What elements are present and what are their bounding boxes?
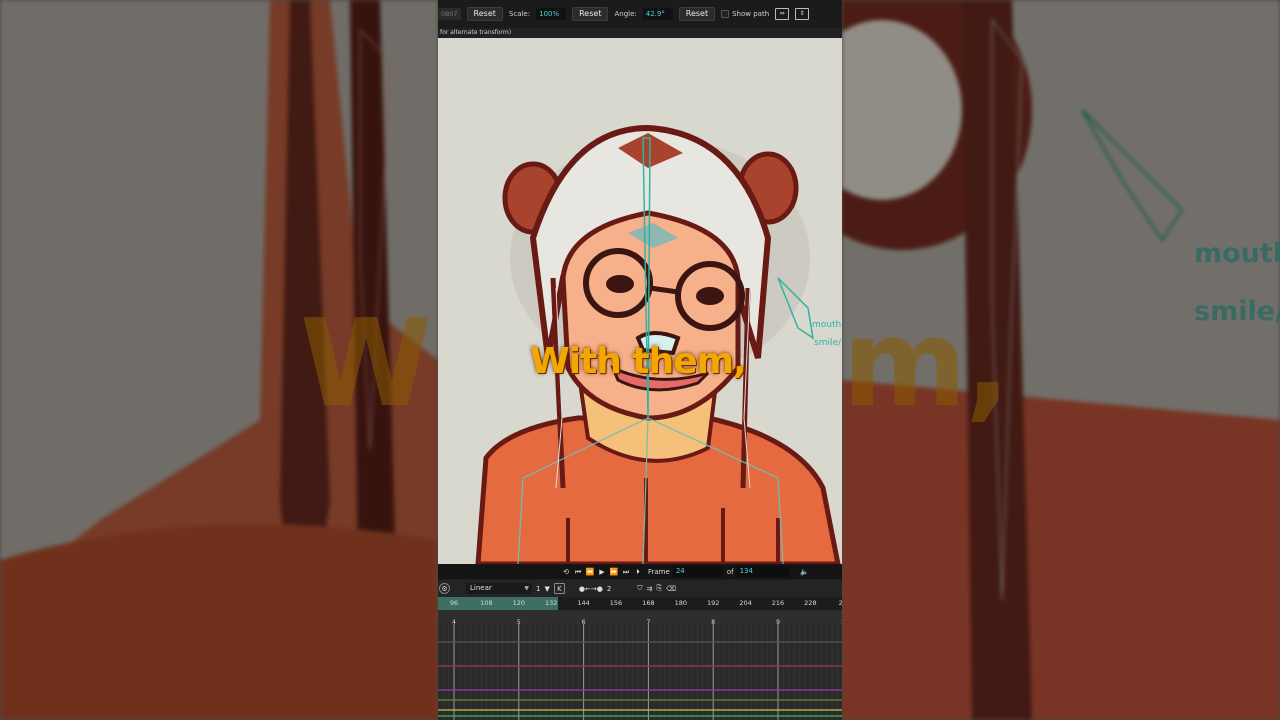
- first-frame-icon[interactable]: ⏮: [572, 566, 584, 578]
- step-forward-icon[interactable]: ⏵: [632, 566, 644, 578]
- background-caption-right: m,: [842, 295, 1011, 434]
- toolbar-field-stub[interactable]: 0807: [438, 8, 461, 20]
- ruler-tick: 204: [739, 599, 752, 607]
- ruler-tick: 216: [771, 599, 785, 607]
- ruler-tick: 156: [609, 599, 623, 607]
- scale-input[interactable]: 100%: [536, 8, 567, 20]
- timeline-tracks: [438, 624, 842, 720]
- timeline-panel[interactable]: 4567891: [438, 610, 842, 720]
- show-path-label: Show path: [732, 10, 770, 18]
- background-smile-label: smile/: [1194, 296, 1280, 327]
- show-path-checkbox[interactable]: [721, 10, 730, 18]
- character-artwork: [475, 124, 841, 564]
- frame-input[interactable]: 24: [672, 566, 723, 577]
- total-frames-field[interactable]: 134: [736, 566, 789, 577]
- ruler-tick: 228: [804, 599, 817, 607]
- volume-icon[interactable]: 🔈: [799, 566, 811, 578]
- loop-icon[interactable]: ⟲: [560, 566, 572, 578]
- fit-width-icon[interactable]: ⇔: [775, 8, 790, 20]
- background-mouth-label: mouth: [1194, 238, 1280, 269]
- drawing-canvas[interactable]: With them, mouth smile/: [438, 38, 842, 564]
- bone-label-mouth[interactable]: mouth: [812, 320, 841, 330]
- ruler-tick: 168: [642, 599, 655, 607]
- frame-label: Frame: [648, 567, 670, 576]
- last-frame-icon[interactable]: ⏭: [620, 566, 632, 578]
- step-value[interactable]: 1: [536, 585, 540, 593]
- play-icon[interactable]: ▶: [596, 566, 608, 578]
- blurred-background-left: W: [0, 0, 438, 720]
- keyframe-count-value[interactable]: 2: [607, 585, 611, 593]
- reset-scale-button[interactable]: Reset: [572, 7, 609, 21]
- ruler-tick: 192: [706, 599, 720, 607]
- bone-label-smile[interactable]: smile/: [814, 338, 841, 348]
- scale-label: Scale:: [508, 10, 531, 18]
- ruler-tick: 144: [577, 599, 590, 607]
- ruler-tick: 120: [512, 599, 526, 607]
- keyframe-toolbar: ⚙ Linear ▼ 1 ▼ K ●←→● 2 ⛉ ⇉ ⎘ ⌫: [438, 580, 842, 597]
- angle-input[interactable]: 42.9°: [642, 8, 673, 20]
- fit-height-icon[interactable]: ⇕: [795, 8, 810, 20]
- keyframe-shift-icon[interactable]: ●←→●: [579, 585, 603, 593]
- key-toggle-button[interactable]: K: [553, 583, 565, 594]
- background-caption-left: W: [300, 295, 432, 434]
- reset-angle-button[interactable]: Reset: [678, 7, 716, 21]
- transform-hint: for alternate transform): [438, 28, 842, 38]
- blurred-background-right: m, mouth smile/: [842, 0, 1280, 720]
- settings-icon[interactable]: ⚙: [439, 583, 450, 594]
- key-filter-icon[interactable]: ⛉: [637, 584, 642, 593]
- step-dropdown-icon[interactable]: ▼: [544, 585, 549, 593]
- reset-position-button[interactable]: Reset: [466, 7, 503, 21]
- subtitle-caption: With them,: [530, 341, 747, 382]
- interpolation-select[interactable]: Linear ▼: [466, 583, 532, 594]
- ruler-tick: 96: [449, 599, 459, 607]
- next-key-icon[interactable]: ⏩: [608, 566, 620, 578]
- delete-key-icon[interactable]: ⌫: [666, 585, 676, 593]
- ruler-tick: 132: [544, 599, 558, 607]
- video-frame: W m, mouth smile/ 0807 Reset Scale: 100%…: [0, 0, 1280, 720]
- transform-toolbar: 0807 Reset Scale: 100% Reset Angle: 42.9…: [438, 0, 842, 28]
- key-arrows-icon[interactable]: ⇉: [647, 585, 653, 593]
- ruler-tick: 24: [838, 599, 842, 607]
- prev-key-icon[interactable]: ⏪: [584, 566, 596, 578]
- copy-icon[interactable]: ⎘: [656, 584, 662, 593]
- frame-ruler[interactable]: 96 108 120 132 144 156 168 180 192 204 216 228 24: [438, 597, 842, 610]
- playback-controls: ⟲ ⏮ ⏪ ▶ ⏩ ⏭ ⏵ Frame 24 of 134 🔈: [438, 564, 842, 579]
- ruler-tick: 108: [480, 599, 493, 607]
- animation-app-window: 0807 Reset Scale: 100% Reset Angle: 42.9…: [438, 0, 842, 720]
- of-label: of: [726, 567, 734, 576]
- ruler-tick: 180: [674, 599, 688, 607]
- angle-label: Angle:: [614, 10, 637, 18]
